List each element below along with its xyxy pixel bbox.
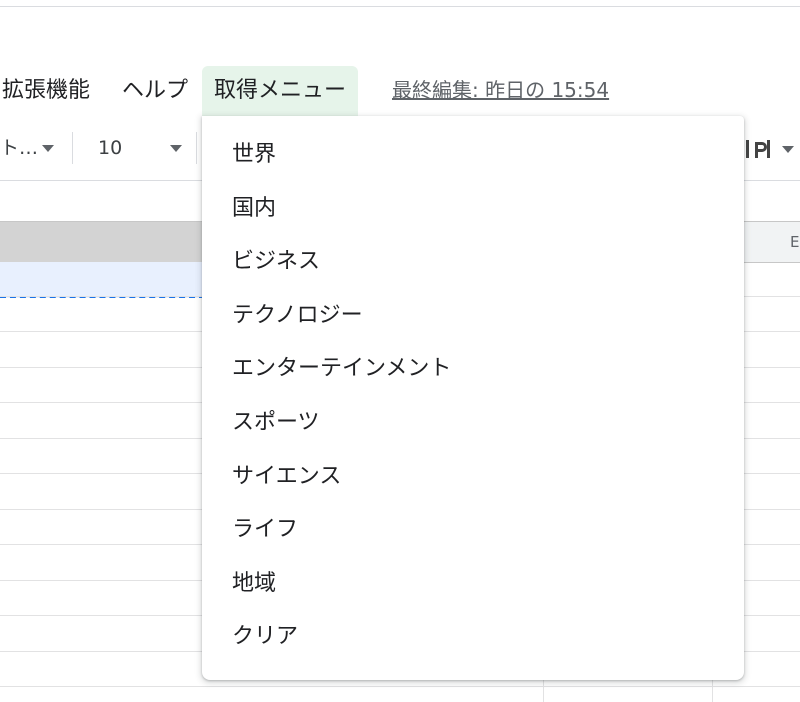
menu-option-business[interactable]: ビジネス (202, 235, 744, 289)
menu-custom-fetch[interactable]: 取得メニュー (202, 66, 359, 116)
last-edit-link[interactable]: 最終編集: 昨日の 15:54 (392, 66, 609, 116)
text-direction-icon[interactable] (744, 136, 772, 162)
font-size-dropdown-icon[interactable] (170, 145, 182, 152)
toolbar-separator (72, 132, 73, 164)
menu-extensions[interactable]: 拡張機能 (2, 66, 90, 116)
menu-help[interactable]: ヘルプ (122, 66, 188, 116)
font-family-select[interactable]: ト… (0, 132, 38, 164)
menu-option-technology[interactable]: テクノロジー (202, 289, 744, 343)
menu-option-life[interactable]: ライフ (202, 503, 744, 557)
font-size-select[interactable]: 10 (98, 132, 122, 164)
column-header-e[interactable]: E (790, 222, 799, 262)
font-family-dropdown-icon[interactable] (42, 145, 54, 152)
menu-option-science[interactable]: サイエンス (202, 450, 744, 504)
menu-option-world[interactable]: 世界 (202, 128, 744, 182)
menu-option-region[interactable]: 地域 (202, 557, 744, 611)
toolbar-separator (196, 132, 197, 164)
column-header-selected[interactable] (0, 222, 205, 262)
fetch-menu-dropdown: 世界 国内 ビジネス テクノロジー エンターテインメント スポーツ サイエンス … (202, 116, 744, 680)
menu-option-clear[interactable]: クリア (202, 610, 744, 664)
row-divider (0, 686, 800, 687)
top-divider (0, 6, 800, 7)
menu-option-sports[interactable]: スポーツ (202, 396, 744, 450)
menu-option-entertainment[interactable]: エンターテインメント (202, 342, 744, 396)
text-direction-dropdown-icon[interactable] (782, 146, 794, 153)
menu-bar: 拡張機能 ヘルプ 取得メニュー 最終編集: 昨日の 15:54 (0, 66, 800, 116)
selected-cell[interactable] (0, 262, 205, 298)
menu-option-domestic[interactable]: 国内 (202, 182, 744, 236)
